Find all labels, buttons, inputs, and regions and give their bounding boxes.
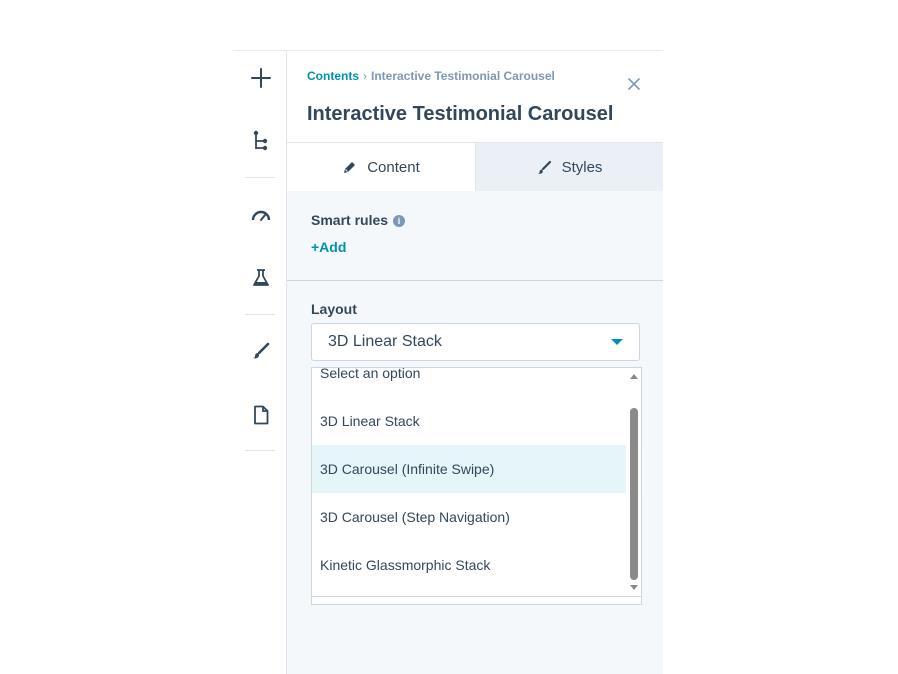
tab-content-label: Content (367, 158, 420, 176)
tree-icon[interactable] (248, 128, 274, 154)
tab-content[interactable]: Content (287, 142, 476, 191)
document-icon[interactable] (248, 402, 274, 428)
layout-select[interactable]: 3D Linear Stack (311, 323, 640, 361)
layout-option[interactable]: 3D Carousel (Step Navigation) (312, 493, 626, 541)
scrollbar-thumb[interactable] (630, 408, 638, 580)
info-icon[interactable]: i (393, 215, 406, 227)
breadcrumb-link-contents[interactable]: Contents (307, 69, 359, 83)
breadcrumb-current: Interactive Testimonial Carousel (371, 69, 555, 83)
layout-option[interactable]: 3D Linear Stack (312, 397, 626, 445)
add-smart-rule-button[interactable]: +Add (311, 239, 346, 255)
scroll-down-icon[interactable] (630, 585, 638, 590)
layout-label: Layout (311, 301, 357, 317)
layout-selected-value: 3D Linear Stack (328, 333, 442, 350)
layout-option[interactable]: Select an option (312, 368, 626, 397)
page-title: Interactive Testimonial Carousel (307, 103, 614, 125)
section-divider (287, 280, 663, 281)
toolbar-separator (245, 177, 275, 178)
plus-icon[interactable] (248, 65, 274, 91)
flask-icon[interactable] (248, 265, 274, 291)
layout-dropdown-list[interactable]: Select an option 3D Linear Stack 3D Caro… (311, 367, 642, 597)
chevron-down-icon (611, 339, 623, 345)
scroll-up-icon[interactable] (630, 374, 638, 379)
tab-styles-label: Styles (561, 158, 603, 176)
breadcrumb-separator: › (363, 69, 367, 83)
content-panel: Contents › Interactive Testimonial Carouse… (287, 51, 663, 674)
brush-icon (537, 160, 551, 174)
layout-option-highlighted[interactable]: 3D Carousel (Infinite Swipe) (312, 445, 626, 493)
layout-option[interactable]: Kinetic Glassmorphic Stack (312, 541, 626, 589)
breadcrumb: Contents › Interactive Testimonial Carouse… (307, 69, 555, 83)
scrollbar[interactable] (627, 368, 641, 596)
brush-icon[interactable] (248, 338, 274, 364)
toolbar-separator (245, 450, 275, 451)
smart-rules-label: Smart rules i (311, 212, 406, 228)
tab-bar: Content Styles (287, 142, 663, 191)
gauge-icon[interactable] (248, 202, 274, 228)
close-icon[interactable] (625, 75, 643, 93)
pencil-icon (344, 161, 356, 173)
tab-styles[interactable]: Styles (476, 142, 663, 191)
smart-rules-text: Smart rules (311, 212, 389, 228)
panel-header: Contents › Interactive Testimonial Carouse… (287, 51, 663, 142)
toolbar-separator (245, 314, 275, 315)
